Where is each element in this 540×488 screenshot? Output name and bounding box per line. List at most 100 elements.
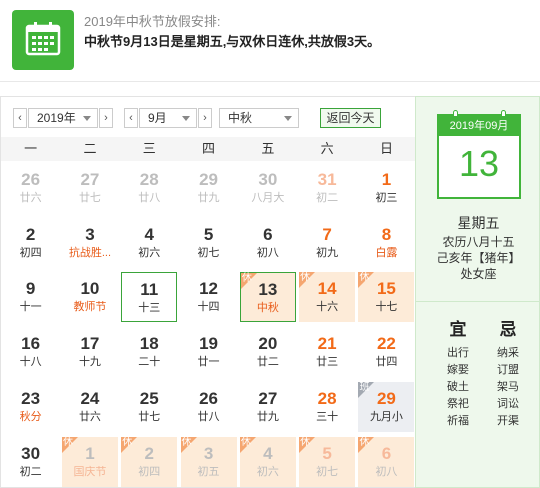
calendar-day-cell[interactable]: 18 二十	[121, 327, 177, 377]
auspicious-item: 祈福	[447, 415, 469, 427]
lunar-label: 初八	[256, 246, 279, 259]
calendar-day-cell[interactable]: 12 十四	[181, 272, 237, 322]
calendar-day-cell[interactable]: 29 廿九	[181, 163, 237, 213]
inauspicious-item: 订盟	[497, 364, 519, 376]
next-month-button[interactable]: ›	[198, 108, 212, 128]
calendar-day-cell[interactable]: 5 初七	[181, 218, 237, 268]
lunar-label: 廿三	[316, 356, 339, 369]
calendar-day-cell[interactable]: 休 4 初六	[239, 436, 296, 487]
inauspicious-item: 开渠	[497, 415, 519, 427]
day-number: 27	[258, 388, 278, 408]
calendar-day-cell[interactable]: 20 廿二	[240, 327, 296, 377]
calendar-day-cell[interactable]: 17 十九	[62, 327, 118, 377]
next-year-button[interactable]: ›	[99, 108, 113, 128]
calendar-day-cell[interactable]: 25 廿七	[121, 382, 177, 432]
back-to-today-button[interactable]: 返回今天	[320, 108, 381, 128]
year-select[interactable]: 2019年	[28, 108, 98, 128]
calendar-day-cell[interactable]: 19 廿一	[181, 327, 237, 377]
prev-month-button[interactable]: ‹	[124, 108, 138, 128]
festival-select-value: 中秋	[228, 111, 253, 125]
calendar-day-cell[interactable]: 16 十八	[3, 327, 59, 377]
calendar-day-cell[interactable]: 3 抗战胜...	[62, 218, 118, 268]
month-select-value: 9月	[148, 111, 167, 125]
calendar-day-cell[interactable]: 30 八月大	[240, 163, 296, 213]
lunar-label: 廿七	[138, 410, 161, 423]
detail-ganzhi-year: 己亥年【猪年】	[436, 251, 521, 265]
calendar-day-cell[interactable]: 2 初四	[3, 218, 59, 268]
lunar-label: 廿四	[375, 356, 398, 369]
lunar-label: 十七	[375, 301, 398, 314]
calendar-day-cell[interactable]: 6 初八	[240, 218, 296, 268]
calendar-day-cell[interactable]: 休 5 初七	[299, 436, 356, 487]
calendar-day-cell[interactable]: 休 2 初四	[121, 436, 178, 487]
calendar-day-cell[interactable]: 28 三十	[299, 382, 355, 432]
calendar-day-cell[interactable]: 10 教师节	[62, 272, 118, 322]
holiday-tag-label: 休	[122, 436, 133, 448]
calendar-day-cell[interactable]: 休 6 初八	[358, 436, 415, 487]
calendar-day-cell[interactable]: 8 白露	[358, 218, 414, 268]
calendar-day-cell[interactable]: 21 廿三	[299, 327, 355, 377]
calendar-day-cell[interactable]: 26 廿六	[3, 163, 59, 213]
calendar-day-cell[interactable]: 休 14 十六	[299, 272, 356, 323]
day-number: 19	[199, 334, 218, 354]
prev-year-button[interactable]: ‹	[13, 108, 27, 128]
day-number: 28	[139, 170, 159, 189]
day-number: 28	[317, 388, 337, 408]
lunar-label: 三十	[316, 410, 339, 423]
calendar-day-cell[interactable]: 27 廿七	[62, 163, 118, 213]
lunar-label: 中秋	[256, 302, 279, 315]
calendar-panel: ‹ 2019年 › ‹ 9月 › 中秋 返回今天 一 二 三 四 五 六 日 2…	[0, 96, 416, 488]
calendar-day-cell[interactable]: 30 初二	[3, 437, 59, 487]
calendar-day-cell[interactable]: 23 秋分	[3, 382, 59, 432]
weekday-label: 五	[261, 141, 275, 156]
day-number: 18	[139, 334, 159, 354]
day-number: 29	[199, 170, 218, 189]
holiday-tag-label: 休	[300, 436, 311, 448]
chevron-down-icon	[284, 116, 292, 121]
lunar-label: 十四	[197, 301, 220, 314]
day-number: 22	[376, 334, 396, 354]
calendar-toolbar: ‹ 2019年 › ‹ 9月 › 中秋 返回今天	[1, 97, 416, 137]
lunar-label: 廿七	[78, 192, 101, 204]
day-number: 2	[25, 224, 36, 244]
calendar-day-cell[interactable]: 9 十一	[3, 272, 59, 322]
calendar-day-cell[interactable]: 27 廿九	[240, 382, 296, 432]
day-number: 12	[199, 279, 218, 299]
holiday-notice: 2019年中秋节放假安排: 中秋节9月13日是星期五,与双休日连休,共放假3天。	[0, 0, 540, 82]
holiday-tag-label: 休	[359, 436, 370, 448]
day-number: 30	[258, 170, 278, 189]
lunar-label: 秋分	[19, 410, 42, 423]
day-number: 16	[21, 334, 41, 354]
calendar-day-cell[interactable]: 24 廿六	[62, 382, 118, 432]
calendar-day-cell[interactable]: 休 15 十七	[358, 272, 415, 323]
day-detail-panel: 2019年09月 13 星期五 农历八月十五 己亥年【猪年】 处女座 宜 出行 …	[415, 96, 540, 488]
calendar-day-cell[interactable]: 28 廿八	[121, 163, 177, 213]
detail-weekday: 星期五	[457, 215, 500, 231]
calendar-day-cell[interactable]: 1 初三	[358, 163, 414, 213]
calendar-day-cell[interactable]: 休 3 初五	[180, 436, 237, 487]
calendar-day-cell[interactable]: 休 1 国庆节	[61, 436, 118, 487]
holiday-tag-label: 休	[62, 436, 73, 448]
calendar-day-cell[interactable]: 26 廿八	[181, 382, 237, 432]
calendar-icon	[12, 10, 74, 70]
day-number: 7	[322, 224, 332, 244]
day-number: 30	[21, 443, 41, 463]
calendar-day-cell[interactable]: 7 初九	[299, 218, 355, 268]
month-select[interactable]: 9月	[139, 108, 197, 128]
calendar-day-cell[interactable]: 休 13 中秋	[239, 272, 296, 323]
holiday-tag-label: 休	[240, 436, 251, 448]
lunar-label: 初九	[316, 246, 339, 259]
calendar-day-cell[interactable]: 22 廿四	[358, 327, 414, 377]
calendar-day-cell[interactable]: 11 十三	[121, 272, 178, 323]
detail-lunar-date: 农历八月十五	[442, 235, 515, 249]
festival-select[interactable]: 中秋	[219, 108, 299, 128]
day-number: 8	[381, 224, 392, 244]
day-number: 23	[21, 388, 41, 408]
lunar-label: 廿九	[256, 410, 279, 423]
auspicious-item: 出行	[447, 347, 469, 359]
calendar-day-cell[interactable]: 4 初六	[121, 218, 177, 268]
calendar-day-cell[interactable]: 31 初二	[299, 163, 355, 213]
lunar-label: 二十	[138, 356, 161, 369]
calendar-day-cell[interactable]: 班 29 九月小	[358, 381, 415, 432]
lunar-label: 初六	[138, 246, 161, 259]
